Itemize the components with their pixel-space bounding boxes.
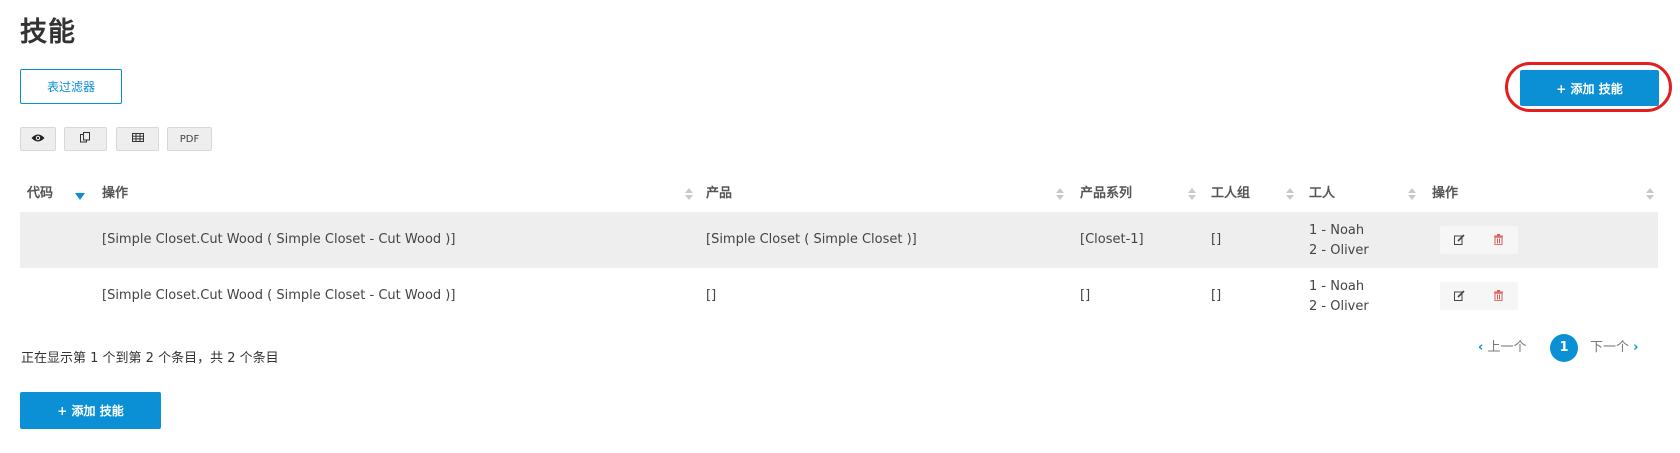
trash-icon (1494, 233, 1503, 248)
pagination-next[interactable]: 下一个 › (1590, 334, 1639, 362)
cell-product-series: [] (1080, 288, 1091, 303)
pagination-page-1[interactable]: 1 (1550, 334, 1578, 362)
pdf-button[interactable]: PDF (167, 127, 212, 151)
cell-product: [Simple Closet ( Simple Closet )] (706, 232, 917, 247)
row-actions (1440, 282, 1518, 310)
column-header-operation[interactable]: 操作 (102, 176, 128, 212)
table-row: [Simple Closet.Cut Wood ( Simple Closet … (20, 268, 1658, 324)
add-skill-button[interactable]: + 添加 技能 (1520, 70, 1659, 106)
table-header: 代码 操作 产品 产品系列 工人组 工人 操作 (20, 176, 1658, 212)
column-header-product-series[interactable]: 产品系列 (1080, 176, 1132, 212)
column-header-product[interactable]: 产品 (706, 176, 732, 212)
worker-item: 2 - Oliver (1309, 243, 1369, 258)
eye-icon (31, 133, 45, 146)
worker-item: 1 - Noah (1309, 223, 1365, 238)
row-actions (1440, 226, 1518, 254)
edit-button[interactable] (1440, 282, 1479, 310)
sort-icon (1056, 176, 1064, 212)
cell-product: [] (706, 288, 717, 303)
edit-icon (1454, 289, 1465, 304)
column-header-code[interactable]: 代码 (27, 176, 53, 212)
sort-icon (1646, 176, 1654, 212)
copy-button[interactable] (64, 127, 107, 151)
worker-item: 2 - Oliver (1309, 299, 1369, 314)
table-filter-button[interactable]: 表过滤器 (20, 69, 122, 104)
add-skill-button-bottom[interactable]: + 添加 技能 (20, 392, 161, 429)
chevron-left-icon: ‹ (1478, 340, 1484, 355)
table-info: 正在显示第 1 个到第 2 个条目，共 2 个条目 (21, 351, 279, 366)
page-title: 技能 (20, 17, 76, 48)
delete-button[interactable] (1479, 282, 1518, 310)
pagination-prev-label: 上一个 (1487, 340, 1527, 355)
cell-workers: 1 - Noah 2 - Oliver (1309, 221, 1369, 261)
cell-worker-group: [] (1211, 288, 1222, 303)
sort-icon (1188, 176, 1196, 212)
trash-icon (1494, 289, 1503, 304)
sort-icon (1408, 176, 1416, 212)
column-header-actions[interactable]: 操作 (1432, 176, 1458, 212)
cell-operation: [Simple Closet.Cut Wood ( Simple Closet … (102, 288, 456, 303)
cell-operation: [Simple Closet.Cut Wood ( Simple Closet … (102, 232, 456, 247)
column-header-worker-group[interactable]: 工人组 (1211, 176, 1250, 212)
delete-button[interactable] (1479, 226, 1518, 254)
table-row: [Simple Closet.Cut Wood ( Simple Closet … (20, 212, 1658, 268)
sort-desc-icon (75, 193, 85, 200)
sort-icon (685, 176, 693, 212)
worker-item: 1 - Noah (1309, 279, 1365, 294)
sort-icon (1286, 176, 1294, 212)
cell-product-series: [Closet-1] (1080, 232, 1144, 247)
edit-icon (1454, 233, 1465, 248)
edit-button[interactable] (1440, 226, 1479, 254)
pagination: ‹ 上一个 1 下一个 › (1478, 334, 1658, 362)
table-icon (131, 133, 144, 145)
cell-workers: 1 - Noah 2 - Oliver (1309, 277, 1369, 317)
column-visibility-button[interactable] (20, 127, 56, 151)
pagination-prev[interactable]: ‹ 上一个 (1478, 334, 1527, 362)
chevron-right-icon: › (1633, 340, 1639, 355)
cell-worker-group: [] (1211, 232, 1222, 247)
copy-icon (80, 132, 91, 146)
pagination-next-label: 下一个 (1590, 340, 1630, 355)
excel-button[interactable] (116, 127, 159, 151)
column-header-workers[interactable]: 工人 (1309, 176, 1335, 212)
